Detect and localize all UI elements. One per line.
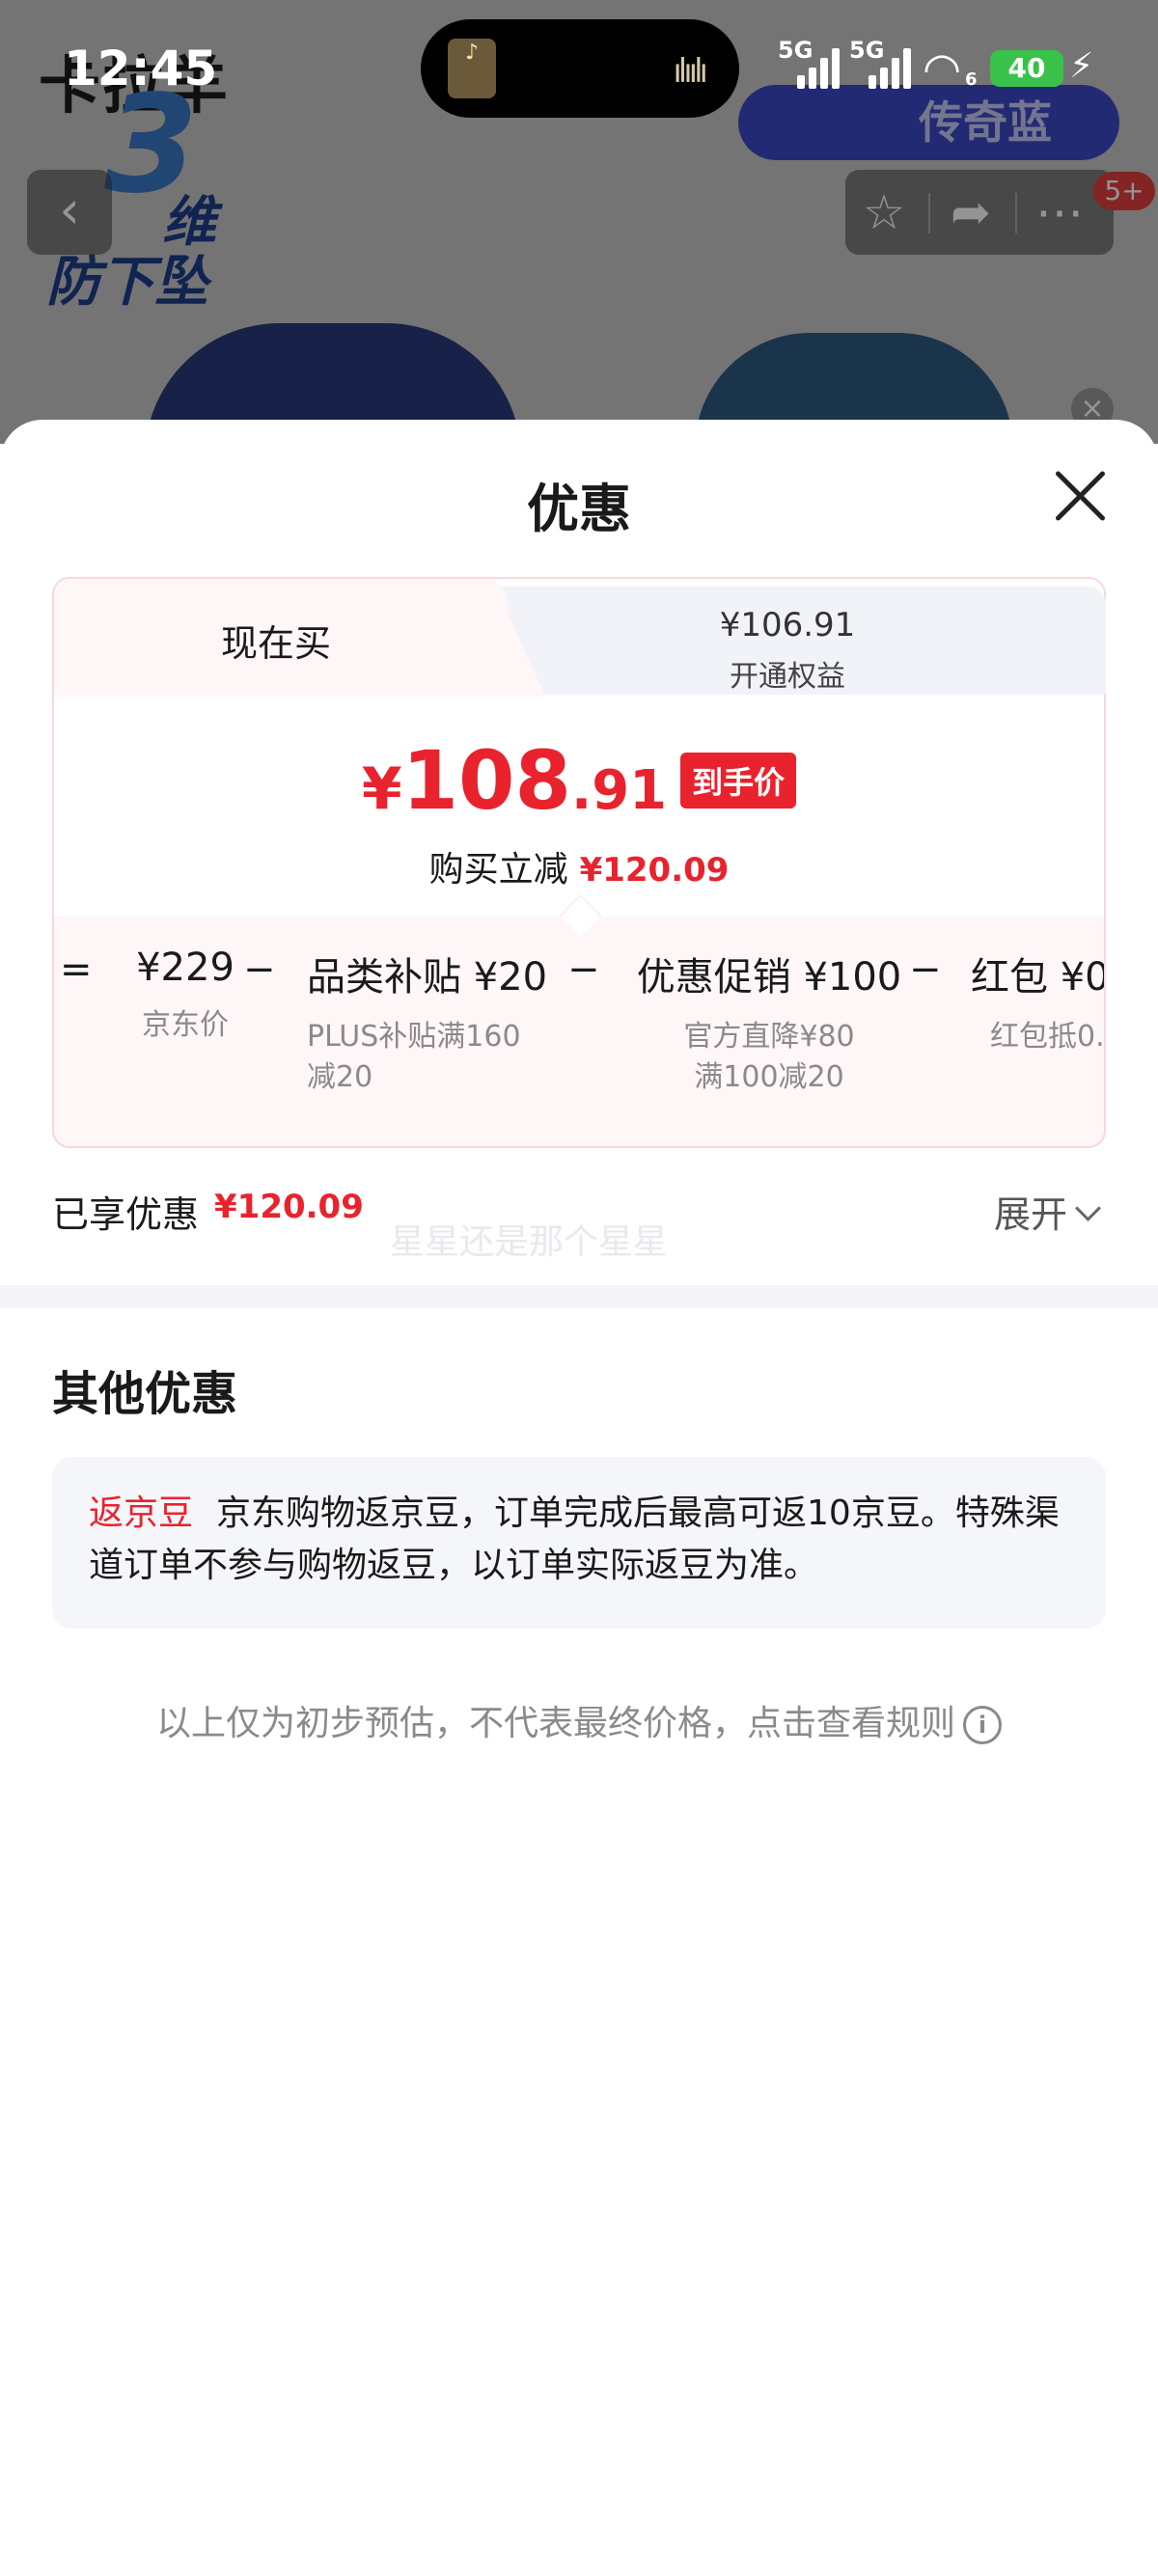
other-offers-title: 其他优惠 bbox=[52, 1367, 238, 1421]
signal-bars-icon bbox=[868, 46, 913, 89]
breakdown-desc: 官方直降¥80 满100减20 bbox=[629, 1017, 909, 1098]
final-price-section: ¥108.91 到手价 购买立减 ¥120.09 bbox=[54, 697, 1104, 938]
reduction-label: 购买立减 bbox=[428, 850, 568, 890]
info-icon[interactable]: i bbox=[963, 1706, 1002, 1744]
wifi-icon: ◠ bbox=[923, 42, 962, 95]
breakdown-desc-line: PLUS补贴满160 bbox=[307, 1020, 521, 1054]
final-price-tag: 到手价 bbox=[680, 753, 797, 808]
chevron-down-icon[interactable] bbox=[1075, 1195, 1101, 1221]
breakdown-item-promotion: 优惠促销 ¥100 官方直降¥80 满100减20 bbox=[629, 945, 909, 1098]
status-bar: 12:45 ♪ ılıılı 5G 5G ◠ 6 40 ⚡ bbox=[0, 0, 1158, 145]
enjoyed-discount-value: ¥120.09 bbox=[214, 1188, 364, 1226]
equals-sign: = bbox=[60, 947, 93, 992]
expand-button[interactable]: 展开 bbox=[994, 1185, 1067, 1238]
tab-buy-now-label: 现在买 bbox=[220, 622, 331, 665]
price-decimal: .91 bbox=[570, 759, 668, 822]
reduction-value: ¥120.09 bbox=[579, 851, 730, 890]
breakdown-item-category-subsidy: 品类补贴 ¥20 PLUS补贴满160 减20 bbox=[307, 945, 547, 1098]
breakdown-desc: 京东价 bbox=[142, 1008, 229, 1042]
member-label: 开通权益 bbox=[730, 660, 845, 694]
breakdown-value: ¥229 bbox=[136, 945, 234, 990]
enjoyed-discount-label: 已享优惠 bbox=[52, 1193, 200, 1236]
breakdown-value: 品类补贴 ¥20 bbox=[307, 955, 548, 1000]
rules-note[interactable]: 以上仅为初步预估，不代表最终价格，点击查看规则 bbox=[156, 1704, 955, 1743]
minus-sign: − bbox=[567, 947, 600, 992]
instant-reduction: 购买立减 ¥120.09 bbox=[54, 841, 1104, 891]
jd-bean-rebate-box: 返京豆 京东购物返京豆，订单完成后最高可返10京豆。特殊渠道订单不参与购物返豆，以… bbox=[52, 1457, 1106, 1629]
price-integer: 108 bbox=[401, 733, 571, 828]
breakdown-desc-line: 满100减20 bbox=[694, 1060, 844, 1094]
breakdown-item-red-packet: 红包 ¥0 红包抵0. bbox=[971, 945, 1104, 1057]
price-breakdown[interactable]: = ¥229 京东价 − 品类补贴 ¥20 PLUS补贴满160 减20 − 优… bbox=[54, 917, 1104, 1148]
audio-wave-icon: ılıılı bbox=[673, 52, 708, 91]
breakdown-desc-line: 减20 bbox=[307, 1060, 373, 1094]
price-card: 现在买 ¥106.91 开通权益 ¥108.91 到手价 购买立减 ¥120.09 … bbox=[52, 577, 1106, 1148]
final-price-row: ¥108.91 到手价 bbox=[54, 733, 1104, 828]
rules-link[interactable]: 以上仅为初步预估，不代表最终价格，点击查看规则 i bbox=[0, 1695, 1158, 1745]
close-icon[interactable] bbox=[1050, 466, 1110, 526]
battery-icon: 40 bbox=[990, 50, 1063, 87]
breakdown-value: 优惠促销 ¥100 bbox=[636, 955, 902, 1000]
dynamic-island[interactable]: ♪ ılıılı bbox=[421, 19, 739, 118]
breakdown-desc-line: 官方直降¥80 bbox=[683, 1020, 855, 1054]
charging-bolt-icon: ⚡ bbox=[1069, 46, 1094, 86]
music-album-art: ♪ bbox=[448, 39, 496, 98]
section-divider bbox=[0, 1285, 1158, 1308]
final-price: ¥108.91 bbox=[362, 733, 667, 828]
wifi-sub-label: 6 bbox=[965, 69, 978, 90]
price-currency: ¥ bbox=[361, 755, 402, 823]
signal-bars-icon bbox=[797, 46, 841, 89]
breakdown-desc: 红包抵0. bbox=[990, 1020, 1104, 1054]
discount-sheet: 优惠 现在买 ¥106.91 开通权益 ¥108.91 到手价 购买立减 ¥120.… bbox=[0, 420, 1158, 2576]
breakdown-desc: PLUS补贴满160 减20 bbox=[307, 1017, 547, 1098]
watermark-text: 星星还是那个星星 bbox=[390, 1222, 669, 1262]
member-price: ¥106.91 bbox=[719, 606, 856, 644]
minus-sign: − bbox=[243, 947, 276, 992]
jd-bean-label: 返京豆 bbox=[89, 1494, 194, 1533]
status-time: 12:45 bbox=[64, 41, 218, 96]
breakdown-item-list-price: ¥229 京东价 bbox=[118, 945, 253, 1046]
breakdown-value: 红包 ¥0 bbox=[971, 955, 1104, 1000]
sheet-title: 优惠 bbox=[527, 479, 631, 539]
minus-sign: − bbox=[909, 947, 942, 992]
jd-bean-text: 京东购物返京豆，订单完成后最高可返10京豆。特殊渠道订单不参与购物返豆，以订单实… bbox=[89, 1494, 1060, 1585]
